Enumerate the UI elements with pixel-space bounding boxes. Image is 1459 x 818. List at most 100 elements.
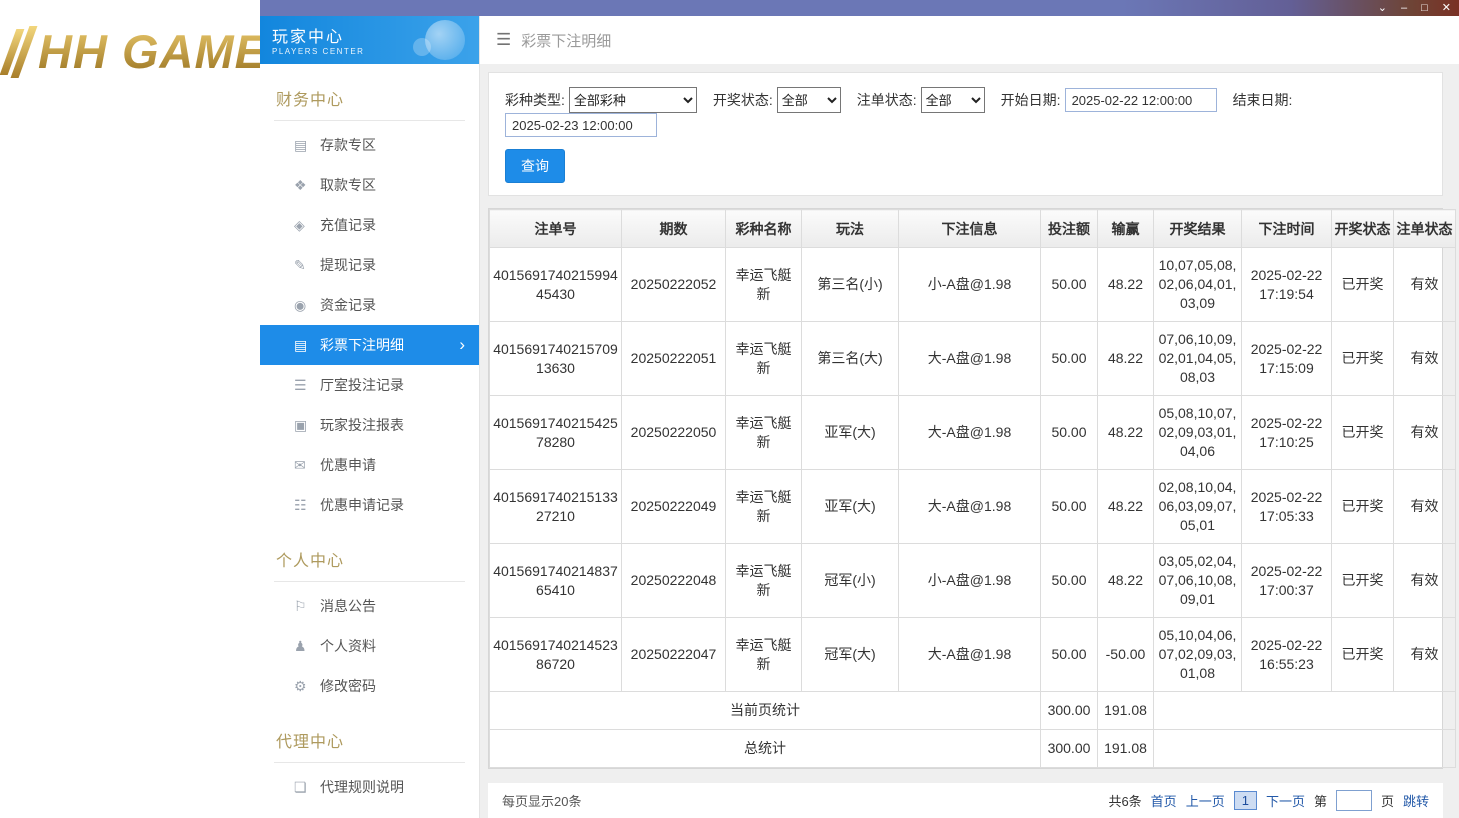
bets-table-card: 注单号 期数 彩种名称 玩法 下注信息 投注额 输赢 开奖结果 下注时间 开奖状… bbox=[488, 208, 1456, 769]
cell-lottery: 幸运飞艇新 bbox=[725, 469, 802, 544]
summary-winloss: 191.08 bbox=[1097, 729, 1154, 768]
withdraw-icon: ❖ bbox=[294, 176, 307, 193]
col-header-time: 下注时间 bbox=[1241, 209, 1332, 248]
first-page-link[interactable]: 首页 bbox=[1151, 791, 1177, 810]
cell-order-status: 有效 bbox=[1393, 469, 1456, 544]
sidebar-item-label: 优惠申请记录 bbox=[320, 497, 404, 513]
cell-amount: 50.00 bbox=[1040, 247, 1098, 322]
cell-draw-status: 已开奖 bbox=[1331, 543, 1394, 618]
search-button[interactable]: 查询 bbox=[505, 149, 565, 183]
sidebar-item-label: 提现记录 bbox=[320, 257, 376, 273]
cell-order-no: 401569174021483765410 bbox=[489, 543, 622, 618]
summary-amount: 300.00 bbox=[1040, 691, 1098, 730]
sidebar-section-personal: 个人中心 bbox=[274, 537, 465, 582]
cell-winloss: 48.22 bbox=[1097, 395, 1154, 470]
cell-lottery: 幸运飞艇新 bbox=[725, 617, 802, 692]
gear-icon: ⚙ bbox=[294, 677, 307, 694]
document-icon: ❏ bbox=[294, 778, 307, 795]
sidebar-item-label: 代理规则说明 bbox=[320, 779, 404, 795]
page-title: 彩票下注明细 bbox=[521, 32, 612, 50]
close-button[interactable]: ✕ bbox=[1442, 2, 1451, 14]
bets-icon: ▤ bbox=[294, 336, 308, 353]
cashout-icon: ✎ bbox=[294, 256, 306, 273]
order-status-select[interactable]: 全部 bbox=[920, 87, 985, 113]
sidebar-item-agent-rules[interactable]: ❏ 代理规则说明 bbox=[260, 767, 479, 807]
jump-button[interactable]: 跳转 bbox=[1403, 791, 1429, 810]
sidebar-item-hall-bet-record[interactable]: ☰ 厅室投注记录 bbox=[260, 365, 479, 405]
cell-result: 03,05,02,04,07,06,10,08,09,01 bbox=[1153, 543, 1242, 618]
sidebar-item-deposit[interactable]: ▤ 存款专区 bbox=[260, 125, 479, 165]
lottery-type-select[interactable]: 全部彩种 bbox=[568, 87, 697, 113]
sidebar-item-player-bet-report[interactable]: ▣ 玩家投注报表 bbox=[260, 405, 479, 445]
draw-status-label: 开奖状态: bbox=[712, 92, 773, 108]
next-page-link[interactable]: 下一页 bbox=[1266, 791, 1305, 810]
table-row: 401569174021542578280 20250222050 幸运飞艇新 … bbox=[489, 395, 1456, 470]
cell-amount: 50.00 bbox=[1040, 469, 1098, 544]
bell-icon: ⚐ bbox=[294, 597, 307, 614]
cell-winloss: 48.22 bbox=[1097, 543, 1154, 618]
cell-order-no: 401569174021513327210 bbox=[489, 469, 622, 544]
cell-bet-info: 大-A盘@1.98 bbox=[898, 469, 1041, 544]
page-size-text: 每页显示20条 bbox=[502, 794, 582, 809]
sidebar-item-withdraw[interactable]: ❖ 取款专区 bbox=[260, 165, 479, 205]
cell-period: 20250222052 bbox=[621, 247, 726, 322]
hamburger-menu-icon[interactable]: ☰ bbox=[496, 30, 511, 50]
table-row: 401569174021599445430 20250222052 幸运飞艇新 … bbox=[489, 247, 1456, 322]
sphere-decoration-icon bbox=[425, 20, 465, 60]
sidebar-section-finance: 财务中心 bbox=[274, 76, 465, 121]
section-title: 财务中心 bbox=[276, 92, 345, 109]
draw-status-select[interactable]: 全部 bbox=[776, 87, 841, 113]
sidebar-item-lottery-bet-details[interactable]: ▤ 彩票下注明细 › bbox=[260, 325, 479, 365]
cell-order-status: 有效 bbox=[1393, 247, 1456, 322]
sidebar-item-promo-apply-record[interactable]: ☷ 优惠申请记录 bbox=[260, 485, 479, 525]
app-window: ⌄ – □ ✕ 玩家中心 PLAYERS CENTER 财务中心 ▤ 存款专区 … bbox=[260, 0, 1459, 818]
section-title: 代理中心 bbox=[276, 734, 345, 751]
sidebar-item-funds-record[interactable]: ◉ 资金记录 bbox=[260, 285, 479, 325]
main-content: ☰ 彩票下注明细 彩种类型: 全部彩种 开奖状态: 全部 注单状态: 全部 开始… bbox=[480, 16, 1459, 818]
col-header-winloss: 输赢 bbox=[1097, 209, 1154, 248]
minimize-button[interactable]: – bbox=[1401, 2, 1407, 14]
cell-lottery: 幸运飞艇新 bbox=[725, 321, 802, 396]
summary-winloss: 191.08 bbox=[1097, 691, 1154, 730]
cell-draw-status: 已开奖 bbox=[1331, 321, 1394, 396]
sidebar-item-label: 存款专区 bbox=[320, 137, 376, 153]
brand-logo: HH GAME bbox=[0, 24, 267, 79]
cell-period: 20250222048 bbox=[621, 543, 726, 618]
sidebar-item-label: 充值记录 bbox=[320, 217, 376, 233]
cell-draw-status: 已开奖 bbox=[1331, 469, 1394, 544]
col-header-order-no: 注单号 bbox=[489, 209, 622, 248]
summary-label: 总统计 bbox=[489, 729, 1041, 768]
prev-page-link[interactable]: 上一页 bbox=[1186, 791, 1225, 810]
sidebar-item-label: 彩票下注明细 bbox=[320, 337, 404, 353]
cell-order-no: 401569174021570913630 bbox=[489, 321, 622, 396]
maximize-button[interactable]: □ bbox=[1421, 2, 1428, 14]
sidebar-item-promo-apply[interactable]: ✉ 优惠申请 bbox=[260, 445, 479, 485]
sphere-decoration-icon bbox=[413, 38, 431, 56]
sidebar-item-change-password[interactable]: ⚙ 修改密码 bbox=[260, 666, 479, 706]
cell-winloss: 48.22 bbox=[1097, 247, 1154, 322]
section-title: 个人中心 bbox=[276, 553, 345, 570]
cell-period: 20250222051 bbox=[621, 321, 726, 396]
cell-time: 2025-02-22 17:19:54 bbox=[1241, 247, 1332, 322]
sidebar-item-announcements[interactable]: ⚐ 消息公告 bbox=[260, 586, 479, 626]
cell-order-no: 401569174021599445430 bbox=[489, 247, 622, 322]
start-date-label: 开始日期: bbox=[1000, 92, 1061, 108]
window-titlebar: ⌄ – □ ✕ bbox=[260, 0, 1459, 16]
jump-label-prefix: 第 bbox=[1313, 794, 1327, 809]
sidebar-item-label: 优惠申请 bbox=[320, 457, 376, 473]
cell-time: 2025-02-22 17:00:37 bbox=[1241, 543, 1332, 618]
cell-result: 07,06,10,09,02,01,04,05,08,03 bbox=[1153, 321, 1242, 396]
end-date-input[interactable] bbox=[505, 113, 657, 137]
recharge-icon: ◈ bbox=[294, 216, 305, 233]
sidebar-item-recharge-record[interactable]: ◈ 充值记录 bbox=[260, 205, 479, 245]
start-date-input[interactable] bbox=[1064, 88, 1217, 112]
chevron-down-icon[interactable]: ⌄ bbox=[1378, 2, 1387, 14]
page-jump-input[interactable] bbox=[1335, 790, 1372, 811]
sidebar-header: 玩家中心 PLAYERS CENTER bbox=[260, 16, 479, 64]
sidebar-item-agent-team-stats[interactable]: ▦ 代理团队统计 bbox=[260, 807, 479, 818]
total-count-text: 共6条 bbox=[1108, 794, 1142, 809]
col-header-result: 开奖结果 bbox=[1153, 209, 1242, 248]
sidebar-item-cashout-record[interactable]: ✎ 提现记录 bbox=[260, 245, 479, 285]
hall-record-icon: ☰ bbox=[294, 376, 307, 393]
sidebar-item-profile[interactable]: ♟ 个人资料 bbox=[260, 626, 479, 666]
